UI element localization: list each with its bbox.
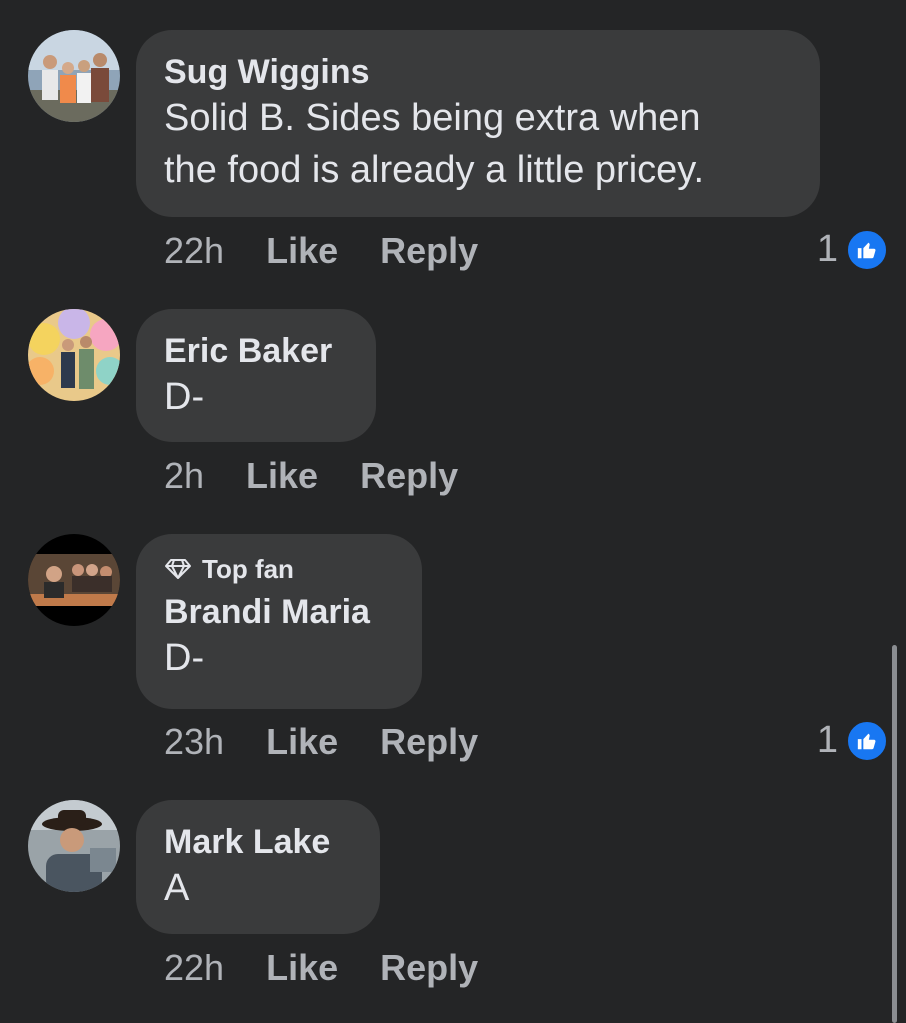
avatar-photo: [28, 30, 120, 122]
comment-text-line: D-: [164, 376, 205, 418]
reaction-count: 1: [816, 719, 838, 761]
comment-author[interactable]: Sug Wiggins: [164, 52, 792, 92]
avatar[interactable]: [28, 800, 120, 892]
like-button[interactable]: Like: [266, 720, 338, 764]
top-fan-badge[interactable]: Top fan: [164, 552, 394, 586]
reaction-summary[interactable]: 1: [817, 719, 888, 762]
comment-text-line: A: [164, 867, 190, 909]
badge-label: Top fan: [202, 554, 294, 584]
comment-author[interactable]: Mark Lake: [164, 822, 352, 862]
comment-timestamp[interactable]: 23h: [164, 720, 224, 764]
avatar-photo: [28, 800, 120, 892]
thumbs-up-icon: [846, 719, 888, 762]
diamond-icon: [165, 559, 191, 579]
avatar[interactable]: [28, 309, 120, 401]
reply-button[interactable]: Reply: [360, 454, 458, 498]
reply-button[interactable]: Reply: [380, 946, 478, 990]
reply-button[interactable]: Reply: [380, 229, 478, 273]
avatar-photo: [28, 534, 120, 626]
reply-button[interactable]: Reply: [380, 720, 478, 764]
comment-actions: 22h Like Reply: [164, 946, 520, 990]
comment-text-line: the food is already a little pricey.: [164, 149, 705, 191]
comment-actions: 2h Like Reply: [164, 454, 500, 498]
comment-bubble: Eric Baker D-: [136, 309, 376, 442]
like-button[interactable]: Like: [266, 946, 338, 990]
comment-text-line: D-: [164, 637, 205, 679]
comment-bubble: Mark Lake A: [136, 800, 380, 934]
comment-timestamp[interactable]: 22h: [164, 229, 224, 273]
comment-timestamp[interactable]: 22h: [164, 946, 224, 990]
avatar[interactable]: [28, 30, 120, 122]
like-button[interactable]: Like: [246, 454, 318, 498]
comment-actions: 23h Like Reply: [164, 720, 520, 764]
comment-timestamp[interactable]: 2h: [164, 454, 204, 498]
avatar-photo: [28, 309, 120, 401]
comment-bubble: Sug Wiggins Solid B. Sides being extra w…: [136, 30, 820, 217]
reaction-count: 1: [816, 228, 838, 270]
scrollbar[interactable]: [892, 645, 897, 1023]
like-button[interactable]: Like: [266, 229, 338, 273]
comment-text-line: Solid B. Sides being extra when: [164, 97, 701, 139]
comment-actions: 22h Like Reply: [164, 229, 520, 273]
comment-bubble: Top fan Brandi Maria D-: [136, 534, 422, 709]
comment-author[interactable]: Brandi Maria: [164, 592, 394, 632]
comment-author[interactable]: Eric Baker: [164, 331, 348, 371]
reaction-summary[interactable]: 1: [817, 228, 888, 271]
thumbs-up-icon: [846, 228, 888, 271]
avatar[interactable]: [28, 534, 120, 626]
